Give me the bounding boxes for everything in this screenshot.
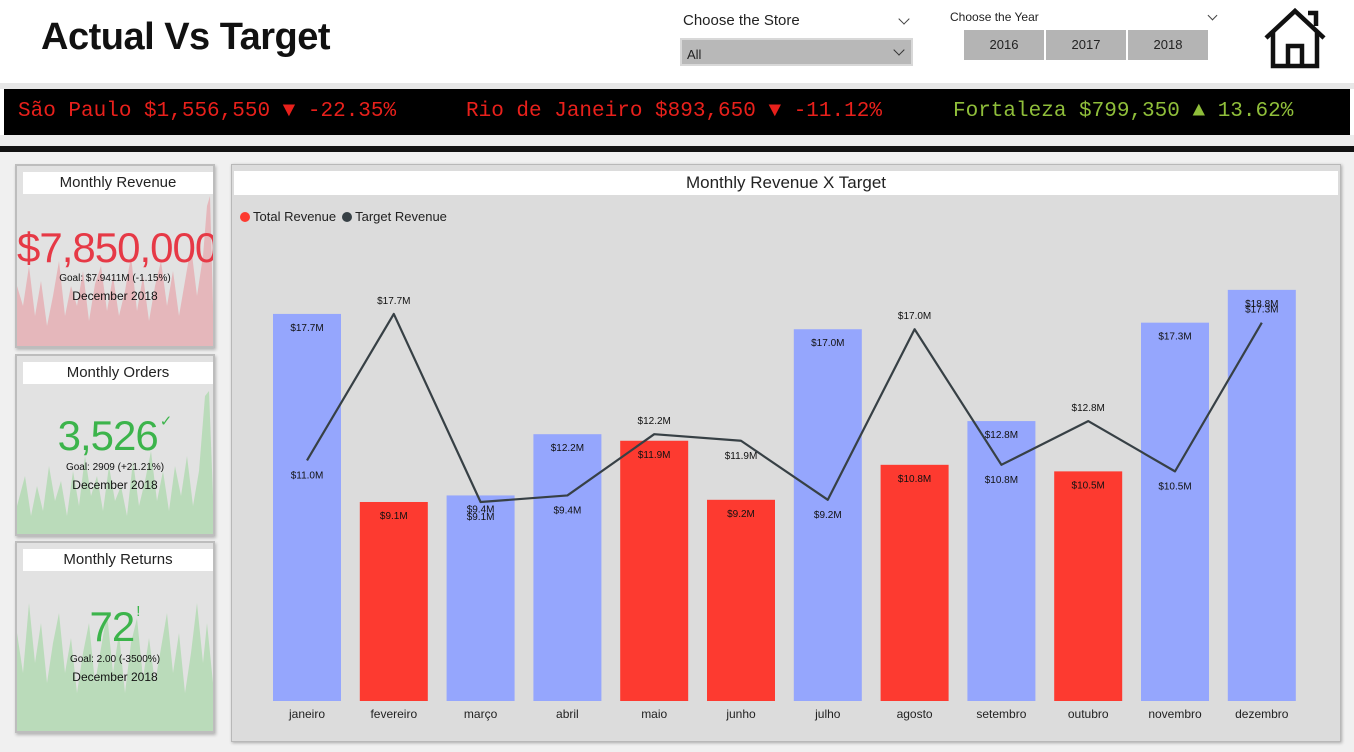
bar[interactable] bbox=[273, 313, 341, 701]
page-title: Actual Vs Target bbox=[41, 16, 331, 58]
kpi-value: 3,526 ✓ bbox=[57, 412, 173, 459]
revenue-target-chart: Monthly Revenue X Target Total Revenue T… bbox=[231, 164, 1341, 742]
kpi-date: December 2018 bbox=[72, 289, 158, 303]
x-tick-label: junho bbox=[725, 707, 756, 721]
bar[interactable] bbox=[880, 464, 949, 701]
kpi-card-revenue[interactable]: Monthly Revenue $7,850,000! Goal: $7.941… bbox=[15, 164, 215, 348]
bar[interactable] bbox=[533, 434, 602, 701]
line-data-label: $12.2M bbox=[638, 416, 671, 427]
divider bbox=[0, 135, 1354, 146]
store-filter: Choose the Store All bbox=[678, 6, 916, 68]
year-button-2016[interactable]: 2016 bbox=[964, 30, 1044, 60]
line-data-label: $9.2M bbox=[814, 510, 842, 521]
chevron-down-icon[interactable] bbox=[1207, 10, 1218, 21]
line-data-label: $17.0M bbox=[898, 311, 931, 322]
x-tick-label: abril bbox=[556, 707, 579, 721]
x-tick-label: março bbox=[464, 707, 498, 721]
bar[interactable] bbox=[446, 495, 515, 701]
line-data-label: $17.3M bbox=[1245, 305, 1278, 316]
check-icon: ✓ bbox=[159, 413, 173, 430]
bar-data-label: $12.2M bbox=[551, 443, 584, 454]
chart-plot: $17.7M $9.1M $9.4M $12.2M $11.9M $9.2M $17.0M $… bbox=[273, 289, 1296, 721]
kpi-value: 72! bbox=[89, 603, 141, 650]
x-tick-label: agosto bbox=[897, 707, 933, 721]
year-button-2017[interactable]: 2017 bbox=[1046, 30, 1126, 60]
chevron-down-icon bbox=[893, 44, 905, 56]
bar[interactable] bbox=[1227, 289, 1296, 701]
kpi-value: $7,850,000! bbox=[17, 224, 215, 271]
chevron-down-icon[interactable] bbox=[898, 13, 910, 25]
ticker-item: Rio de Janeiro $893,650 ▼ -11.12% bbox=[466, 100, 882, 123]
x-tick-label: novembro bbox=[1148, 707, 1202, 721]
kpi-date: December 2018 bbox=[72, 670, 158, 684]
kpi-title: Monthly Returns bbox=[23, 549, 213, 571]
x-tick-label: julho bbox=[814, 707, 841, 721]
bar-data-label: $11.9M bbox=[638, 450, 671, 461]
warning-icon: ! bbox=[136, 603, 141, 620]
bar[interactable] bbox=[707, 499, 775, 701]
kpi-title: Monthly Orders bbox=[23, 362, 213, 384]
store-filter-label: Choose the Store bbox=[683, 12, 800, 29]
bar[interactable] bbox=[1054, 471, 1123, 701]
kpi-goal: Goal: $7.9411M (-1.15%) bbox=[59, 273, 171, 284]
line-data-label: $11.0M bbox=[291, 470, 324, 481]
x-tick-label: maio bbox=[641, 707, 667, 721]
store-dropdown[interactable]: All bbox=[680, 38, 913, 66]
x-tick-label: fevereiro bbox=[370, 707, 417, 721]
bar-data-label: $17.7M bbox=[290, 323, 323, 334]
line-data-label: $10.8M bbox=[985, 475, 1018, 486]
year-filter-label: Choose the Year bbox=[950, 10, 1039, 24]
down-arrow-icon: ▼ bbox=[282, 100, 296, 123]
home-icon[interactable] bbox=[1262, 6, 1328, 72]
bar[interactable] bbox=[1141, 322, 1209, 701]
kpi-card-orders[interactable]: Monthly Orders 3,526 ✓ Goal: 2909 (+21.21… bbox=[15, 354, 215, 536]
bar-data-label: $17.0M bbox=[811, 338, 844, 349]
line-data-label: $11.9M bbox=[725, 451, 758, 462]
line-data-label: $12.8M bbox=[1072, 403, 1105, 414]
kpi-date: December 2018 bbox=[72, 478, 158, 492]
store-dropdown-value: All bbox=[687, 47, 702, 62]
x-tick-label: outubro bbox=[1068, 707, 1109, 721]
x-tick-label: setembro bbox=[976, 707, 1026, 721]
ticker-item: Fortaleza $799,350 ▲ 13.62% bbox=[953, 100, 1294, 123]
city-ticker: São Paulo $1,556,550 ▼ -22.35% Rio de Ja… bbox=[4, 89, 1350, 135]
bar-data-label: $9.1M bbox=[380, 511, 408, 522]
up-arrow-icon: ▲ bbox=[1192, 100, 1206, 123]
year-filter: Choose the Year 2016 2017 2018 bbox=[944, 6, 1224, 66]
bar[interactable] bbox=[359, 501, 428, 701]
line-data-label: $10.5M bbox=[1158, 481, 1191, 492]
x-tick-label: janeiro bbox=[288, 707, 325, 721]
bar-data-label: $10.5M bbox=[1072, 480, 1105, 491]
header: Actual Vs Target Choose the Store All Ch… bbox=[0, 0, 1354, 83]
bar-data-label: $12.8M bbox=[985, 430, 1018, 441]
bar-data-label: $9.2M bbox=[727, 509, 755, 520]
bar-data-label: $10.8M bbox=[898, 474, 931, 485]
bar[interactable] bbox=[620, 440, 689, 701]
line-data-label: $17.7M bbox=[377, 296, 410, 307]
year-button-2018[interactable]: 2018 bbox=[1128, 30, 1208, 60]
line-data-label: $9.1M bbox=[467, 512, 495, 523]
kpi-card-returns[interactable]: Monthly Returns 72! Goal: 2.00 (-3500%) … bbox=[15, 541, 215, 733]
line-data-label: $9.4M bbox=[554, 505, 582, 516]
bar-data-label: $17.3M bbox=[1158, 332, 1191, 343]
kpi-goal: Goal: 2.00 (-3500%) bbox=[69, 654, 161, 665]
ticker-item: São Paulo $1,556,550 ▼ -22.35% bbox=[18, 100, 397, 123]
down-arrow-icon: ▼ bbox=[768, 100, 782, 123]
x-tick-label: dezembro bbox=[1235, 707, 1289, 721]
kpi-title: Monthly Revenue bbox=[23, 172, 213, 194]
kpi-goal: Goal: 2909 (+21.21%) bbox=[65, 462, 165, 473]
